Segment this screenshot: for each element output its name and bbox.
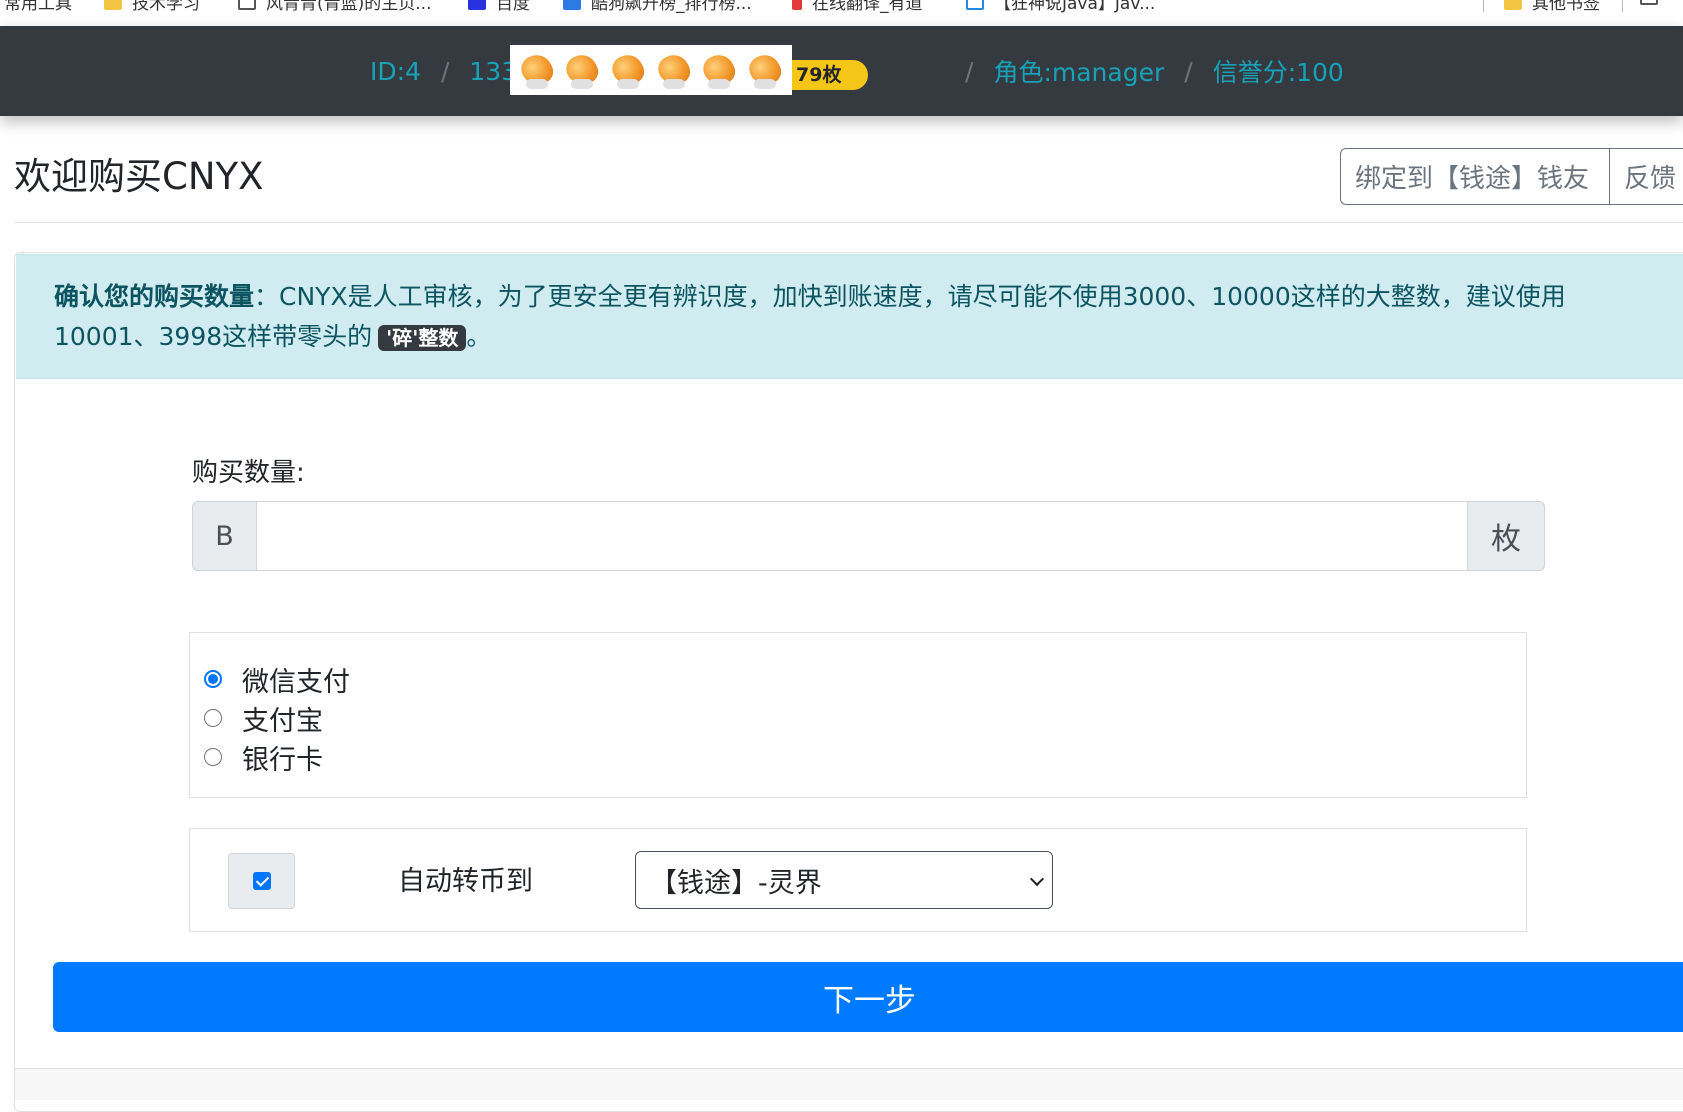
- payment-option-wechat[interactable]: 微信支付: [204, 660, 350, 698]
- baidu-icon: [468, 0, 486, 10]
- praying-hands-icon: [607, 49, 649, 91]
- quantity-input-group: B 枚: [192, 501, 1545, 571]
- praying-hands-icon: [698, 49, 740, 91]
- bookmark-divider: [1622, 0, 1623, 12]
- kugou-icon: [563, 0, 581, 10]
- next-step-label: 下一步: [823, 982, 916, 1019]
- praying-hands-icon: [744, 49, 786, 91]
- payment-option-label: 银行卡: [242, 744, 323, 776]
- quantity-suffix: 枚: [1467, 501, 1545, 571]
- quantity-label: 购买数量:: [192, 458, 305, 488]
- bookmark-other[interactable]: 其他书签: [1504, 0, 1600, 14]
- bookmark-homepage[interactable]: 风青青(青蓝)的主页...: [238, 0, 431, 14]
- breadcrumb-separator: /: [440, 56, 450, 86]
- auto-transfer-label: 自动转币到: [398, 866, 533, 897]
- header-button-group: 绑定到【钱途】钱友 反馈: [1340, 148, 1683, 205]
- mail-icon: [966, 0, 984, 10]
- bookmark-label: 其他书签: [1532, 0, 1600, 14]
- alert-text: ：CNYX是人工审核，为了更安全更有辨识度，加快到账速度，请尽可能不使用3000…: [54, 282, 1566, 351]
- bookmark-label: 在线翻译_有道: [812, 0, 923, 14]
- payment-method-group: 微信支付 支付宝 银行卡: [189, 632, 1527, 798]
- radio-wechat[interactable]: [204, 670, 222, 688]
- payment-option-label: 微信支付: [242, 666, 350, 698]
- transfer-target-select[interactable]: 【钱途】-灵界: [635, 851, 1053, 909]
- bookmark-divider: [1483, 0, 1484, 12]
- praying-hands-icon: [653, 49, 695, 91]
- radio-bank-card[interactable]: [204, 748, 222, 766]
- alert-heading: 确认您的购买数量: [54, 282, 255, 311]
- fraction-badge: '碎'整数: [378, 325, 467, 351]
- bookmark-kugou[interactable]: 酷狗飙升榜_排行榜...: [563, 0, 752, 14]
- bookmark-label: 【狂神说Java】Jav...: [994, 0, 1156, 14]
- folder-icon: [104, 0, 122, 10]
- role-link[interactable]: 角色:manager: [993, 53, 1164, 89]
- page-title: 欢迎购买CNYX: [14, 155, 264, 198]
- payment-option-alipay[interactable]: 支付宝: [204, 699, 323, 737]
- bookmark-label: 常用工具: [4, 0, 72, 14]
- bookmark-youdao[interactable]: 在线翻译_有道: [792, 0, 923, 14]
- bookmarks-bar: 常用工具 技术学习 风青青(青蓝)的主页... 百度 酷狗飙升榜_排行榜... …: [0, 0, 1683, 26]
- folder-icon: [1504, 0, 1522, 10]
- doc-icon: [238, 0, 256, 10]
- header-divider: [14, 222, 1683, 223]
- auto-transfer-checkbox-wrap: [228, 853, 295, 909]
- bookmark-label: 技术学习: [132, 0, 200, 14]
- bookmark-baidu[interactable]: 百度: [468, 0, 530, 14]
- card-footer: [15, 1068, 1683, 1100]
- coins-count: 79枚: [796, 64, 842, 86]
- bind-wallet-button[interactable]: 绑定到【钱途】钱友: [1340, 148, 1610, 205]
- praying-hands-emoji-strip: [510, 45, 792, 95]
- praying-hands-icon: [561, 49, 603, 91]
- auto-transfer-checkbox[interactable]: [252, 872, 271, 890]
- user-id-link[interactable]: ID:4: [370, 57, 421, 86]
- credit-score-link[interactable]: 信誉分:100: [1213, 53, 1344, 89]
- quantity-prefix: B: [192, 501, 257, 571]
- quantity-input[interactable]: [257, 501, 1467, 571]
- bookmark-label: 百度: [496, 0, 530, 14]
- payment-option-bank-card[interactable]: 银行卡: [204, 738, 323, 776]
- reading-list[interactable]: [1640, 0, 1658, 5]
- select-value: 【钱途】-灵界: [650, 867, 822, 899]
- bookmark-label: 风青青(青蓝)的主页...: [266, 0, 432, 14]
- info-alert: 确认您的购买数量：CNYX是人工审核，为了更安全更有辨识度，加快到账速度，请尽可…: [16, 254, 1683, 379]
- praying-hands-icon: [516, 49, 558, 91]
- feedback-button[interactable]: 反馈: [1610, 148, 1683, 205]
- breadcrumb-separator: /: [1184, 56, 1193, 86]
- bookmark-tools[interactable]: 常用工具: [4, 0, 72, 14]
- payment-option-label: 支付宝: [242, 705, 323, 737]
- breadcrumb-separator: /: [965, 56, 974, 86]
- chevron-down-icon: [1029, 871, 1045, 887]
- next-step-button[interactable]: 下一步: [53, 962, 1683, 1032]
- alert-end: 。: [466, 322, 492, 351]
- radio-alipay[interactable]: [204, 709, 222, 727]
- bookmark-java[interactable]: 【狂神说Java】Jav...: [966, 0, 1155, 14]
- auto-transfer-group: 自动转币到 【钱途】-灵界: [189, 828, 1527, 932]
- bookmark-tech[interactable]: 技术学习: [104, 0, 200, 14]
- bookmark-label: 酷狗飙升榜_排行榜...: [591, 0, 752, 14]
- youdao-icon: [792, 0, 802, 10]
- reading-list-icon: [1640, 0, 1658, 5]
